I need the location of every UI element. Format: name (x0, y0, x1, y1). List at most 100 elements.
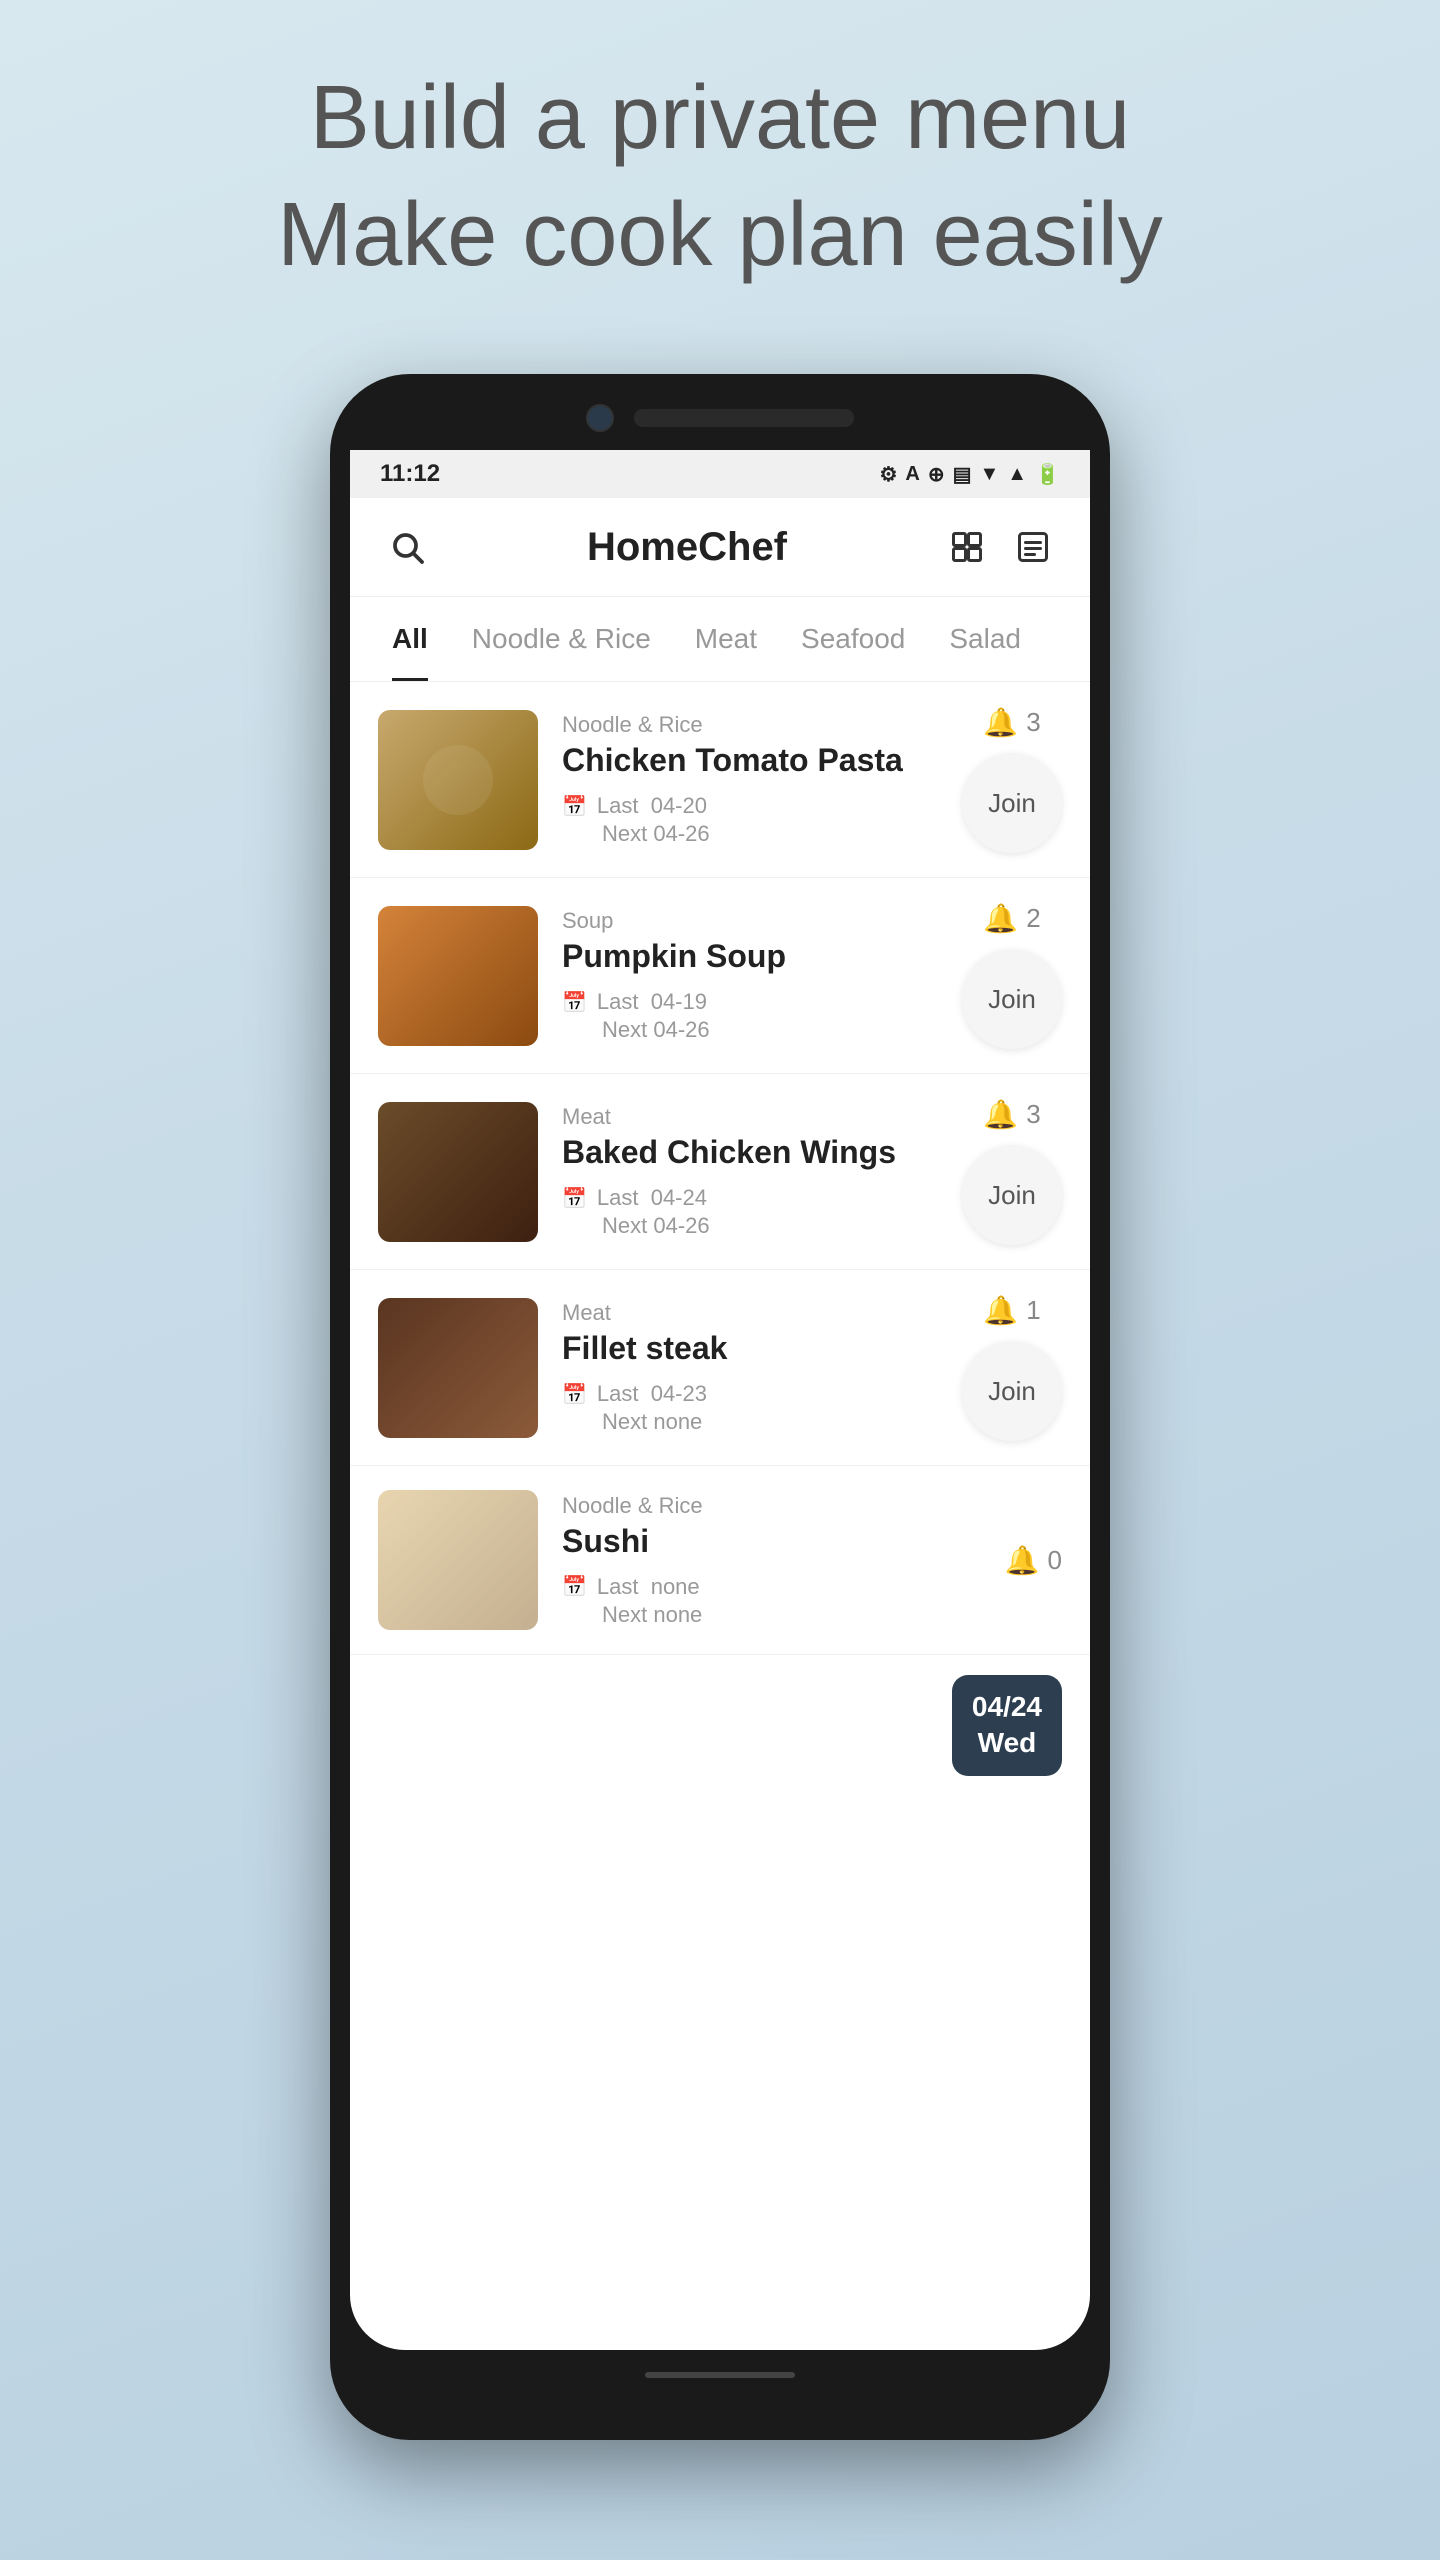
calendar-icon: 📅 (562, 1186, 587, 1211)
last-label: Last 04-20 (597, 793, 707, 819)
category-tabs: All Noodle & Rice Meat Seafood Salad (350, 597, 1090, 682)
calendar-icon: 📅 (562, 1574, 587, 1599)
recipe-info: Noodle & Rice Chicken Tomato Pasta 📅 Las… (562, 712, 938, 847)
recipe-name: Sushi (562, 1523, 981, 1560)
recipe-info: Meat Baked Chicken Wings 📅 Last 04-24 Ne… (562, 1104, 938, 1239)
sd-icon: ▤ (953, 462, 972, 487)
settings-icon: ⚙ (879, 462, 897, 487)
app-title: HomeChef (587, 525, 787, 570)
serving-icon: 🔔 (983, 706, 1018, 739)
tab-all[interactable]: All (370, 597, 450, 681)
gallery-icon[interactable] (942, 522, 992, 572)
recipe-category: Noodle & Rice (562, 1493, 981, 1519)
list-item: Noodle & Rice Sushi 📅 Last none Next non… (350, 1466, 1090, 1655)
next-label: Next 04-26 (602, 1017, 710, 1043)
last-date: 📅 Last 04-20 (562, 793, 938, 819)
serving-icon: 🔔 (983, 1098, 1018, 1131)
recipe-dates: 📅 Last 04-23 Next none (562, 1381, 938, 1435)
serving-number: 1 (1026, 1295, 1040, 1326)
serving-number: 3 (1026, 1099, 1040, 1130)
next-label: Next none (602, 1409, 702, 1435)
recipe-actions: 🔔 1 Join (962, 1294, 1062, 1441)
dot-icon: ⊕ (928, 462, 945, 487)
join-button[interactable]: Join (962, 753, 1062, 853)
serving-icon: 🔔 (983, 1294, 1018, 1327)
recipe-thumbnail (378, 906, 538, 1046)
join-button[interactable]: Join (962, 1341, 1062, 1441)
calendar-icon: 📅 (562, 794, 587, 819)
next-date: Next 04-26 (562, 1213, 938, 1239)
list-item: Meat Baked Chicken Wings 📅 Last 04-24 Ne… (350, 1074, 1090, 1270)
calendar-icon: 📅 (562, 990, 587, 1015)
serving-number: 2 (1026, 903, 1040, 934)
join-button[interactable]: Join (962, 949, 1062, 1049)
recipe-dates: 📅 Last none Next none (562, 1574, 981, 1628)
recipe-thumbnail (378, 1490, 538, 1630)
recipe-dates: 📅 Last 04-19 Next 04-26 (562, 989, 938, 1043)
last-label: Last 04-19 (597, 989, 707, 1015)
serving-count: 🔔 0 (1005, 1544, 1062, 1577)
recipe-thumbnail (378, 710, 538, 850)
status-time: 11:12 (380, 460, 440, 488)
last-date: 📅 Last 04-23 (562, 1381, 938, 1407)
recipe-name: Fillet steak (562, 1330, 938, 1367)
recipe-dates: 📅 Last 04-20 Next 04-26 (562, 793, 938, 847)
a-icon: A (905, 463, 919, 486)
list-item: Meat Fillet steak 📅 Last 04-23 Next none (350, 1270, 1090, 1466)
join-button[interactable]: Join (962, 1145, 1062, 1245)
list-icon[interactable] (1008, 522, 1058, 572)
serving-icon: 🔔 (983, 902, 1018, 935)
calendar-icon: 📅 (562, 1382, 587, 1407)
serving-icon: 🔔 (1005, 1544, 1040, 1577)
last-date: 📅 Last 04-19 (562, 989, 938, 1015)
phone-top-bar (350, 404, 1090, 432)
last-label: Last 04-23 (597, 1381, 707, 1407)
nav-right-icons (942, 522, 1058, 572)
last-date: 📅 Last none (562, 1574, 981, 1600)
recipe-category: Soup (562, 908, 938, 934)
next-date: Next 04-26 (562, 821, 938, 847)
recipe-thumbnail (378, 1298, 538, 1438)
recipe-actions: 🔔 2 Join (962, 902, 1062, 1049)
tab-noodle-rice[interactable]: Noodle & Rice (450, 597, 673, 681)
recipe-category: Noodle & Rice (562, 712, 938, 738)
next-label: Next 04-26 (602, 1213, 710, 1239)
wifi-icon: ▼ (980, 463, 1000, 486)
recipe-category: Meat (562, 1300, 938, 1326)
phone-bottom (350, 2350, 1090, 2400)
app-screen: 11:12 ⚙ A ⊕ ▤ ▼ ▲ 🔋 HomeChef (350, 450, 1090, 2350)
last-label: Last 04-24 (597, 1185, 707, 1211)
recipe-name: Chicken Tomato Pasta (562, 742, 938, 779)
phone-speaker (634, 409, 854, 427)
tab-seafood[interactable]: Seafood (779, 597, 927, 681)
badge-day: Wed (972, 1725, 1042, 1761)
serving-count: 🔔 3 (983, 706, 1040, 739)
signal-icon: ▲ (1007, 463, 1027, 486)
recipe-category: Meat (562, 1104, 938, 1130)
tab-meat[interactable]: Meat (673, 597, 779, 681)
next-date: Next 04-26 (562, 1017, 938, 1043)
home-indicator (645, 2372, 795, 2378)
recipe-list: Noodle & Rice Chicken Tomato Pasta 📅 Las… (350, 682, 1090, 1655)
last-date: 📅 Last 04-24 (562, 1185, 938, 1211)
serving-number: 0 (1048, 1545, 1062, 1576)
serving-count: 🔔 1 (983, 1294, 1040, 1327)
next-date: Next none (562, 1602, 981, 1628)
food-icon (418, 740, 498, 820)
recipe-thumbnail (378, 1102, 538, 1242)
recipe-name: Pumpkin Soup (562, 938, 938, 975)
next-label: Next none (602, 1602, 702, 1628)
serving-number: 3 (1026, 707, 1040, 738)
headline: Build a private menu Make cook plan easi… (277, 60, 1162, 294)
recipe-info: Meat Fillet steak 📅 Last 04-23 Next none (562, 1300, 938, 1435)
recipe-actions: 🔔 0 (1005, 1544, 1062, 1577)
status-system-icons: ⚙ A ⊕ ▤ ▼ ▲ 🔋 (879, 462, 1060, 487)
top-nav: HomeChef (350, 498, 1090, 597)
last-label: Last none (597, 1574, 700, 1600)
search-button[interactable] (382, 522, 432, 572)
tab-salad[interactable]: Salad (927, 597, 1043, 681)
serving-count: 🔔 2 (983, 902, 1040, 935)
recipe-actions: 🔔 3 Join (962, 1098, 1062, 1245)
battery-icon: 🔋 (1035, 462, 1060, 487)
recipe-name: Baked Chicken Wings (562, 1134, 938, 1171)
